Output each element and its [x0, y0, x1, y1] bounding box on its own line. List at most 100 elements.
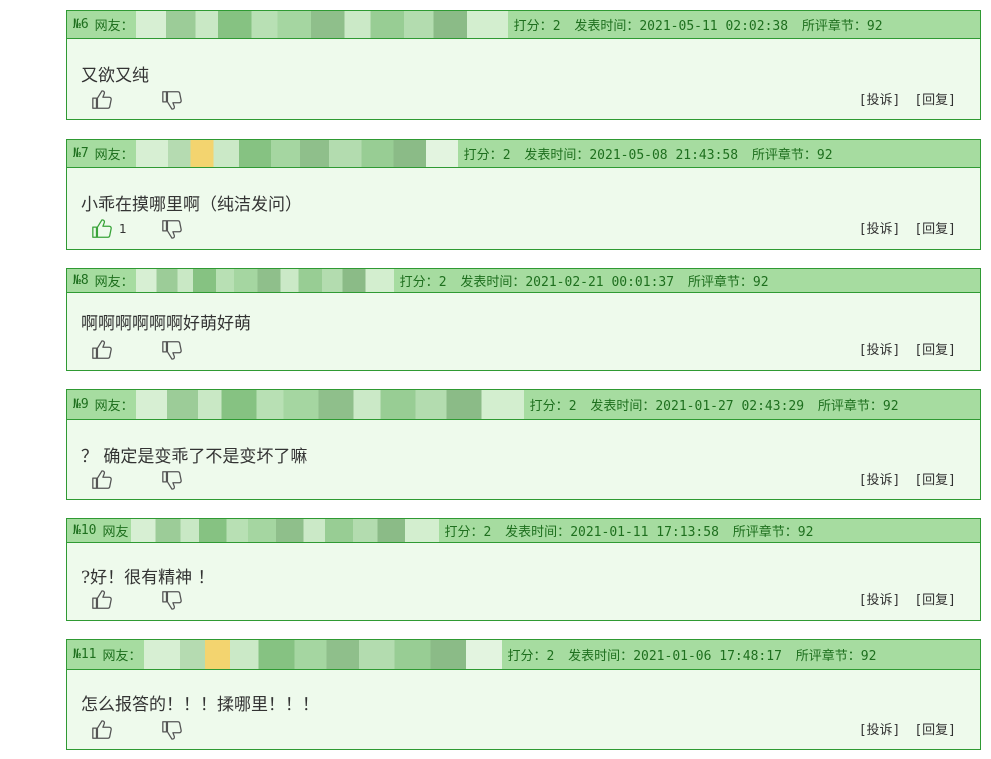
- thumbs-down-icon: [162, 341, 182, 360]
- post-time: 2021-05-11 02:02:38: [639, 19, 789, 34]
- comment-card: №8 网友： 打分：2 发表时间：2021-02-21 00:01:37 所评章…: [66, 268, 981, 371]
- floor-number: №10: [73, 523, 97, 538]
- dislike-button[interactable]: [161, 89, 183, 111]
- report-link[interactable]: [投诉]: [859, 589, 901, 608]
- comment-meta: 打分：2 发表时间：2021-01-06 17:48:17 所评章节：92: [507, 649, 877, 664]
- like-button[interactable]: [91, 719, 119, 741]
- comment-text: ?好！很有精神 ！: [81, 568, 215, 588]
- floor-number: №6: [73, 17, 89, 32]
- comment-actions: [投诉] [回复]: [859, 589, 956, 608]
- comment-text: 又欲又纯: [81, 66, 149, 86]
- username-redacted: [135, 390, 524, 419]
- thumbs-up-icon: [92, 90, 112, 109]
- floor-number: №8: [73, 273, 89, 288]
- rating-value: 2: [568, 399, 577, 414]
- chapter-number: 92: [860, 649, 877, 664]
- comment-header: №8 网友： 打分：2 发表时间：2021-02-21 00:01:37 所评章…: [67, 269, 980, 293]
- rating-value: 2: [483, 525, 492, 540]
- like-button[interactable]: [91, 469, 119, 491]
- comment-actions: [投诉] [回复]: [859, 719, 956, 738]
- dislike-button[interactable]: [161, 218, 183, 240]
- comment-header: №10 网友 打分：2 发表时间：2021-01-11 17:13:58 所评章…: [67, 519, 980, 543]
- post-time: 2021-01-06 17:48:17: [633, 649, 782, 664]
- thumbs-down-icon: [162, 91, 182, 110]
- reply-link[interactable]: [回复]: [914, 719, 956, 738]
- like-button[interactable]: [91, 339, 119, 361]
- reply-link[interactable]: [回复]: [914, 89, 956, 108]
- chapter-number: 92: [866, 19, 883, 34]
- user-label: 网友：: [94, 399, 134, 414]
- like-button[interactable]: [91, 89, 119, 111]
- floor-number: №11: [73, 647, 97, 662]
- comment-meta: 打分：2 发表时间：2021-01-11 17:13:58 所评章节：92: [444, 525, 814, 540]
- floor-number: №7: [73, 146, 89, 161]
- comment-actions: [投诉] [回复]: [859, 339, 956, 358]
- dislike-button[interactable]: [161, 469, 183, 491]
- rating-value: 2: [546, 649, 555, 664]
- comment-actions: [投诉] [回复]: [859, 89, 956, 108]
- thumbs-up-icon: [92, 720, 112, 739]
- thumbs-down-icon: [162, 591, 182, 610]
- reply-link[interactable]: [回复]: [914, 339, 956, 358]
- thumbs-down-icon: [162, 721, 182, 740]
- thumbs-up-icon: [92, 470, 112, 489]
- comment-card: №10 网友 打分：2 发表时间：2021-01-11 17:13:58 所评章…: [66, 518, 981, 621]
- like-button[interactable]: 1: [91, 218, 127, 240]
- comment-meta: 打分：2 发表时间：2021-05-11 02:02:38 所评章节：92: [513, 19, 883, 34]
- dislike-button[interactable]: [161, 589, 183, 611]
- comment-card: №11 网友： 打分：2 发表时间：2021-01-06 17:48:17 所评…: [66, 639, 981, 750]
- post-time: 2021-01-11 17:13:58: [570, 525, 719, 540]
- like-button[interactable]: [91, 589, 119, 611]
- user-label: 网友：: [102, 649, 142, 664]
- user-label: 网友：: [94, 148, 134, 163]
- comment-card: №7 网友： 打分：2 发表时间：2021-05-08 21:43:58 所评章…: [66, 139, 981, 250]
- username-redacted: [130, 519, 439, 542]
- rating-value: 2: [552, 19, 561, 34]
- dislike-button[interactable]: [161, 339, 183, 361]
- username-redacted: [143, 640, 502, 669]
- chapter-number: 92: [797, 525, 814, 540]
- comment-meta: 打分：2 发表时间：2021-02-21 00:01:37 所评章节：92: [399, 275, 769, 290]
- thumbs-up-icon: [92, 219, 112, 238]
- comment-actions: [投诉] [回复]: [859, 469, 956, 488]
- chapter-number: 92: [816, 148, 833, 163]
- post-time: 2021-05-08 21:43:58: [589, 148, 739, 163]
- floor-number: №9: [73, 397, 89, 412]
- report-link[interactable]: [投诉]: [859, 339, 901, 358]
- username-redacted: [135, 269, 394, 292]
- dislike-button[interactable]: [161, 719, 183, 741]
- comment-header: №7 网友： 打分：2 发表时间：2021-05-08 21:43:58 所评章…: [67, 140, 980, 168]
- chapter-number: 92: [752, 275, 769, 290]
- user-label: 网友: [102, 525, 129, 540]
- username-redacted: [135, 140, 458, 167]
- report-link[interactable]: [投诉]: [859, 469, 901, 488]
- reply-link[interactable]: [回复]: [914, 469, 956, 488]
- user-label: 网友：: [94, 19, 134, 34]
- rating-value: 2: [502, 148, 511, 163]
- reply-link[interactable]: [回复]: [914, 589, 956, 608]
- comment-text: 啊啊啊啊啊啊好萌好萌: [81, 314, 251, 334]
- comment-header: №6 网友： 打分：2 发表时间：2021-05-11 02:02:38 所评章…: [67, 11, 980, 39]
- thumbs-down-icon: [162, 471, 182, 490]
- report-link[interactable]: [投诉]: [859, 89, 901, 108]
- comment-meta: 打分：2 发表时间：2021-01-27 02:43:29 所评章节：92: [529, 399, 899, 414]
- comment-header: №11 网友： 打分：2 发表时间：2021-01-06 17:48:17 所评…: [67, 640, 980, 670]
- chapter-number: 92: [882, 399, 899, 414]
- comment-text: 怎么报答的！！！揉哪里！！！: [81, 695, 319, 715]
- comment-card: №9 网友： 打分：2 发表时间：2021-01-27 02:43:29 所评章…: [66, 389, 981, 500]
- comment-text: 小乖在摸哪里啊（纯洁发问）: [81, 195, 302, 215]
- comment-meta: 打分：2 发表时间：2021-05-08 21:43:58 所评章节：92: [463, 148, 833, 163]
- reply-link[interactable]: [回复]: [914, 218, 956, 237]
- comment-text: ？ 确定是变乖了不是变坏了嘛: [81, 447, 308, 467]
- like-count: 1: [119, 222, 127, 236]
- comment-actions: [投诉] [回复]: [859, 218, 956, 237]
- thumbs-up-icon: [92, 340, 112, 359]
- rating-value: 2: [438, 275, 447, 290]
- post-time: 2021-02-21 00:01:37: [525, 275, 675, 290]
- user-label: 网友：: [94, 275, 134, 290]
- username-redacted: [135, 11, 508, 38]
- report-link[interactable]: [投诉]: [859, 218, 901, 237]
- post-time: 2021-01-27 02:43:29: [655, 399, 805, 414]
- report-link[interactable]: [投诉]: [859, 719, 901, 738]
- thumbs-up-icon: [92, 590, 112, 609]
